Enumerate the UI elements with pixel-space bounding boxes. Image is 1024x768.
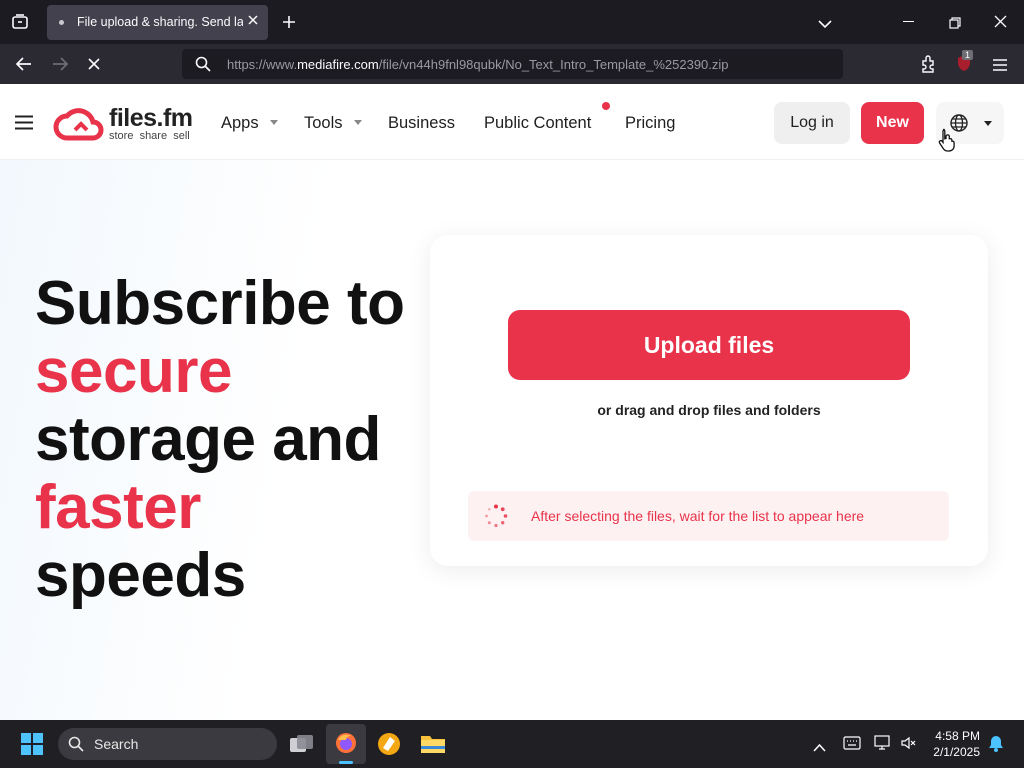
hero-headline-line-2: secure [35, 337, 232, 406]
upload-status-text: After selecting the files, wait for the … [531, 508, 865, 524]
cloud-logo-icon [53, 108, 104, 141]
tool-app-taskbar-icon[interactable] [376, 731, 402, 762]
keyboard-icon[interactable] [843, 736, 861, 755]
browser-nav-bar: https://www.mediafire.com/file/vn44h9fnl… [0, 44, 1024, 84]
clock-date[interactable]: 2/1/2025 [900, 745, 980, 759]
tab-overview-icon[interactable] [11, 13, 29, 31]
clock-time[interactable]: 4:58 PM [900, 729, 980, 743]
hero-headline-line-4: faster [35, 473, 201, 542]
hero-headline-line-3: storage and [35, 405, 381, 474]
language-caret-icon [984, 121, 992, 126]
nav-apps[interactable]: Apps [221, 114, 259, 133]
tab-close-icon[interactable] [246, 13, 260, 32]
upload-status-bar: After selecting the files, wait for the … [468, 491, 949, 541]
ublock-icon[interactable]: 1 [956, 50, 974, 77]
tab-title: File upload & sharing. Send large files [77, 15, 243, 29]
network-icon[interactable] [874, 735, 892, 756]
tray-overflow-icon[interactable] [813, 739, 826, 757]
url-host: mediafire.com [297, 57, 379, 72]
restore-icon[interactable] [949, 16, 961, 34]
search-icon [195, 56, 211, 77]
nav-pricing[interactable]: Pricing [625, 114, 675, 133]
taskbar-search-icon [68, 736, 84, 752]
stop-loading-icon[interactable] [87, 57, 101, 76]
tab-favicon-icon [59, 20, 64, 25]
upload-card: Upload files or drag and drop files and … [430, 235, 988, 566]
hero-headline-line-5: speeds [35, 541, 246, 610]
site-header: files.fm store share sell Apps Tools Bus… [0, 84, 1024, 160]
notification-dot [602, 102, 610, 110]
drag-drop-hint: or drag and drop files and folders [597, 402, 821, 418]
minimize-icon[interactable] [903, 21, 914, 22]
hamburger-menu-icon[interactable] [15, 115, 33, 135]
taskbar-search[interactable]: Search [58, 728, 277, 760]
notification-bell-icon[interactable] [988, 735, 1004, 757]
firefox-taskbar-icon[interactable] [326, 724, 366, 764]
back-icon[interactable] [15, 56, 33, 77]
new-tab-icon[interactable] [281, 14, 297, 35]
nav-business[interactable]: Business [388, 114, 455, 133]
upload-files-button[interactable]: Upload files [508, 310, 910, 380]
login-button[interactable]: Log in [774, 102, 850, 144]
nav-tools[interactable]: Tools [304, 114, 343, 133]
forward-icon[interactable] [51, 56, 69, 77]
windows-taskbar: Search 4:58 PM 2/1/2025 [0, 720, 1024, 768]
file-explorer-taskbar-icon[interactable] [420, 732, 446, 759]
browser-tab-active[interactable]: File upload & sharing. Send large files [47, 5, 268, 40]
logo-tagline: store share sell [109, 130, 190, 142]
menu-icon[interactable] [993, 58, 1007, 76]
url-text: https://www.mediafire.com/file/vn44h9fnl… [227, 57, 729, 72]
taskbar-search-label: Search [94, 736, 139, 752]
logo-name: files.fm [109, 104, 193, 132]
windows-start-icon[interactable] [21, 733, 43, 755]
window-close-icon[interactable] [994, 15, 1007, 33]
url-path: /file/vn44h9fnl98qubk/No_Text_Intro_Temp… [378, 57, 729, 72]
site-logo[interactable]: files.fm store share sell [53, 104, 203, 142]
extensions-icon[interactable] [920, 55, 937, 78]
new-button[interactable]: New [861, 102, 924, 144]
extension-badge: 1 [962, 50, 974, 60]
nav-public-content[interactable]: Public Content [484, 114, 591, 133]
apps-caret-icon [270, 120, 278, 125]
tools-caret-icon [354, 120, 362, 125]
loading-spinner-icon [485, 504, 508, 528]
list-all-tabs-icon[interactable] [818, 16, 832, 34]
task-view-icon[interactable] [289, 733, 315, 760]
hero-section: Subscribe to secure storage and faster s… [0, 160, 1024, 720]
address-bar[interactable]: https://www.mediafire.com/file/vn44h9fnl… [182, 49, 843, 79]
url-prefix: https://www. [227, 57, 298, 72]
hero-headline-line-1: Subscribe to [35, 269, 405, 338]
mouse-cursor-icon [938, 128, 955, 152]
browser-tab-bar: File upload & sharing. Send large files [0, 0, 1024, 44]
